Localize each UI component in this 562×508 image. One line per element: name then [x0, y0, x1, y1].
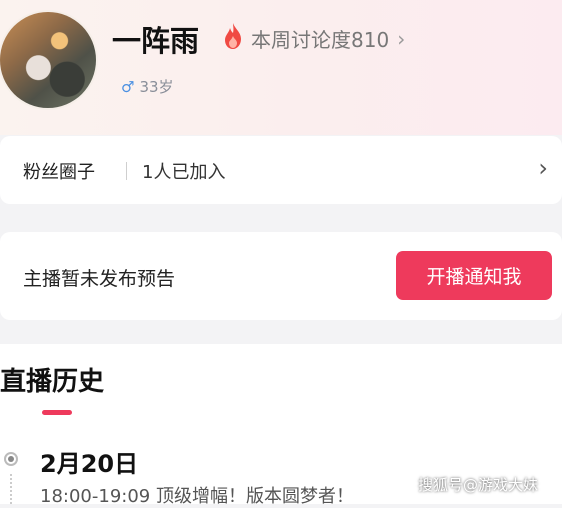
- flame-icon: [225, 23, 241, 49]
- timeline-dot-icon: [4, 452, 18, 466]
- notice-text: 主播暂未发布预告: [23, 268, 176, 290]
- tab-indicator: [42, 410, 72, 415]
- chevron-right-icon: ›: [397, 26, 406, 51]
- streamer-name: 一阵雨: [112, 24, 200, 58]
- section-title: 直播历史: [0, 367, 105, 397]
- chevron-right-icon: ›: [538, 154, 548, 182]
- weekly-heat-label: 本周讨论度810: [251, 28, 390, 52]
- watermark: 搜狐号@游戏大妹: [418, 476, 539, 494]
- fans-count: 1人已加入: [142, 162, 226, 183]
- gender-age: ♂ 33岁: [121, 76, 174, 97]
- history-entry[interactable]: 18:00-19:09 顶级增幅！版本圆梦者！: [40, 482, 354, 508]
- age-label: 33岁: [139, 78, 174, 96]
- avatar[interactable]: [0, 12, 96, 108]
- stream-notice-card: 主播暂未发布预告 开播通知我: [0, 232, 562, 320]
- timeline-line: [10, 474, 12, 504]
- notify-me-button[interactable]: 开播通知我: [396, 251, 552, 300]
- profile-header: 一阵雨 本周讨论度810 › ♂ 33岁: [0, 0, 562, 135]
- weekly-heat-link[interactable]: 本周讨论度810 ›: [251, 24, 405, 53]
- fans-circle-row[interactable]: 粉丝圈子 1人已加入 ›: [0, 136, 562, 204]
- fans-circle-title: 粉丝圈子: [23, 162, 95, 183]
- divider: [126, 162, 127, 180]
- male-icon: ♂: [121, 77, 135, 96]
- history-date: 2月20日: [40, 450, 139, 478]
